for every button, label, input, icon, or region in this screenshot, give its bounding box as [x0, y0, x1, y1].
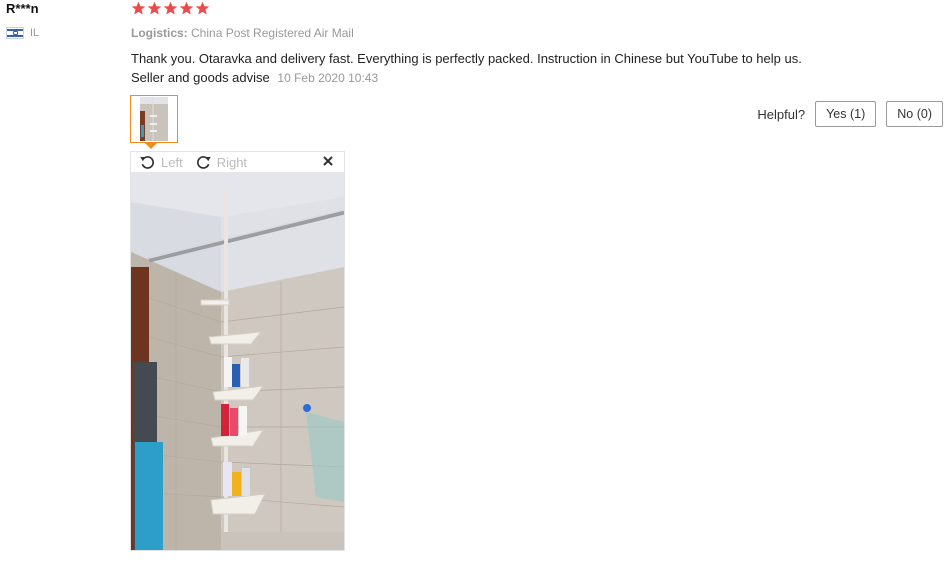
- rotate-right-label: Right: [216, 154, 248, 170]
- logistics-label: Logistics:: [131, 26, 188, 40]
- review-line: Thank you. Otaravka and delivery fast. E…: [131, 51, 802, 66]
- rotate-left-icon: [140, 155, 155, 169]
- reviewer-name: R***n: [6, 1, 39, 16]
- helpful-yes-button[interactable]: Yes (1): [815, 101, 877, 127]
- israel-flag-icon: [6, 27, 24, 39]
- review-date: 10 Feb 2020 10:43: [277, 71, 379, 85]
- thumbnail-image: [140, 97, 168, 141]
- review-item: R***n IL Logistics: China Post Registere…: [0, 0, 951, 563]
- star-icon: [179, 1, 194, 15]
- photo-viewer-toolbar: Left Right: [131, 152, 344, 172]
- star-icon: [147, 1, 162, 15]
- helpful-no-button[interactable]: No (0): [886, 101, 943, 127]
- star-icon: [163, 1, 178, 15]
- star-icon: [131, 1, 146, 15]
- photo-viewer: Left Right: [130, 151, 345, 551]
- review-text: Thank you. Otaravka and delivery fast. E…: [131, 49, 891, 88]
- rotate-left-button[interactable]: Left: [139, 154, 183, 171]
- helpful-label: Helpful?: [757, 106, 806, 122]
- rotate-right-button[interactable]: Right: [195, 154, 247, 171]
- reviewer-country: IL: [6, 27, 39, 39]
- star-icon: [195, 1, 210, 15]
- logistics-info: Logistics: China Post Registered Air Mai…: [131, 26, 354, 40]
- country-code: IL: [30, 27, 40, 39]
- rotate-left-label: Left: [161, 154, 183, 170]
- logistics-value: China Post Registered Air Mail: [191, 26, 354, 40]
- review-photo: [131, 172, 344, 550]
- thumbnail-pointer: [145, 143, 157, 149]
- review-line: Seller and goods advise: [131, 70, 270, 85]
- helpful-voting: Helpful? Yes (1) No (0): [757, 101, 943, 127]
- close-icon[interactable]: [322, 155, 334, 167]
- review-photo-thumbnail[interactable]: [130, 95, 178, 143]
- rotate-right-icon: [196, 155, 211, 169]
- star-rating: [131, 1, 210, 16]
